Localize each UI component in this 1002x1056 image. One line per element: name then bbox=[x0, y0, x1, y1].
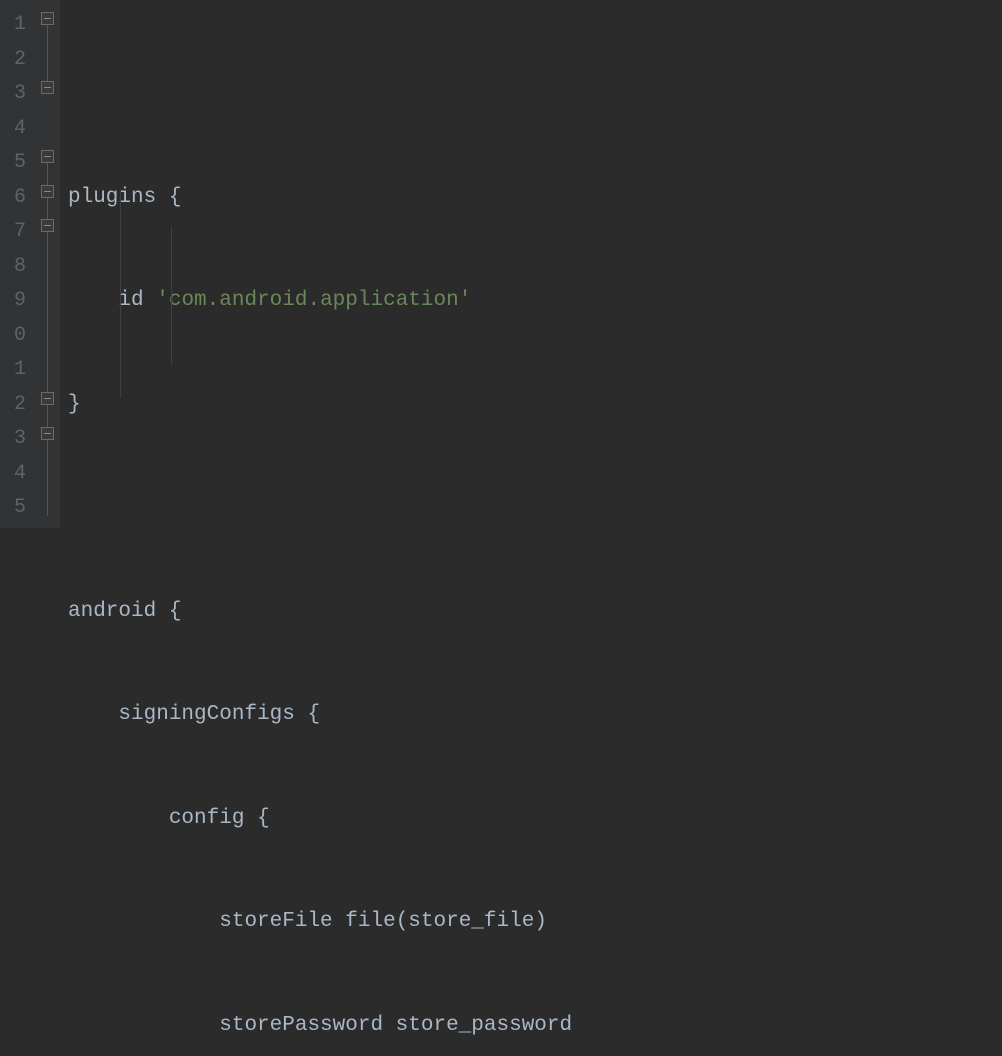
line-number: 0 bbox=[0, 319, 26, 354]
code-line: config { bbox=[68, 802, 1002, 837]
code-editor[interactable]: plugins { id 'com.android.application' }… bbox=[60, 0, 1002, 528]
code-line: storeFile file(store_file) bbox=[68, 905, 1002, 940]
line-number: 6 bbox=[0, 181, 26, 216]
code-line: android { bbox=[68, 595, 1002, 630]
line-number: 8 bbox=[0, 250, 26, 285]
line-number: 7 bbox=[0, 215, 26, 250]
line-number: 5 bbox=[0, 491, 26, 526]
line-number: 3 bbox=[0, 77, 26, 112]
fold-toggle-icon[interactable] bbox=[41, 392, 54, 405]
line-number: 9 bbox=[0, 284, 26, 319]
fold-toggle-icon[interactable] bbox=[41, 150, 54, 163]
fold-toggle-icon[interactable] bbox=[41, 12, 54, 25]
code-line: plugins { bbox=[68, 181, 1002, 216]
code-line: id 'com.android.application' bbox=[68, 284, 1002, 319]
fold-toggle-icon[interactable] bbox=[41, 219, 54, 232]
line-number: 4 bbox=[0, 457, 26, 492]
fold-toggle-icon[interactable] bbox=[41, 427, 54, 440]
line-number: 1 bbox=[0, 353, 26, 388]
line-number: 5 bbox=[0, 146, 26, 181]
line-number: 1 bbox=[0, 8, 26, 43]
line-number: 4 bbox=[0, 112, 26, 147]
fold-toggle-icon[interactable] bbox=[41, 185, 54, 198]
line-number: 2 bbox=[0, 388, 26, 423]
code-line: signingConfigs { bbox=[68, 698, 1002, 733]
line-number: 3 bbox=[0, 422, 26, 457]
fold-gutter bbox=[36, 0, 60, 528]
code-line: storePassword store_password bbox=[68, 1009, 1002, 1044]
code-line bbox=[68, 491, 1002, 526]
code-line: } bbox=[68, 388, 1002, 423]
line-number-gutter: 1 2 3 4 5 6 7 8 9 0 1 2 3 4 5 bbox=[0, 0, 36, 528]
fold-toggle-icon[interactable] bbox=[41, 81, 54, 94]
line-number: 2 bbox=[0, 43, 26, 78]
